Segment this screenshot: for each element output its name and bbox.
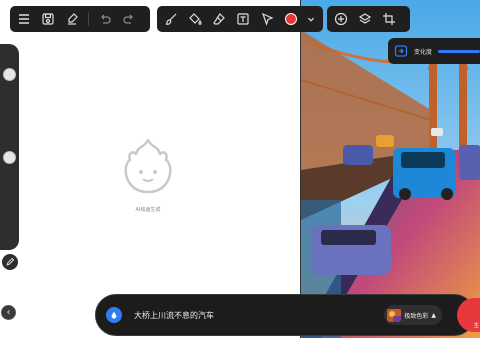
brush-icon xyxy=(165,13,177,25)
chevron-left-icon: ‹ xyxy=(6,307,11,318)
undo-button[interactable] xyxy=(95,9,115,29)
crop-button[interactable] xyxy=(379,9,399,29)
clear-icon xyxy=(68,13,78,25)
redo-icon xyxy=(123,14,133,24)
eraser-button[interactable] xyxy=(209,9,229,29)
add-icon xyxy=(334,12,348,26)
toolbar-right xyxy=(327,6,410,32)
eraser-icon xyxy=(213,13,225,25)
degree-label: 变化度 xyxy=(414,48,433,56)
chevron-down-icon xyxy=(308,17,314,22)
prompt-bar: 大桥上川流不息的汽车 极致色彩 ▲ xyxy=(95,294,475,336)
text-box-icon xyxy=(237,13,249,25)
drawing-canvas[interactable]: AI绘画生成 xyxy=(0,0,300,338)
degree-toggle-icon[interactable] xyxy=(394,44,408,58)
toolbar-divider xyxy=(88,12,89,26)
color-dropdown-button[interactable] xyxy=(305,9,317,29)
color-swatch-icon xyxy=(285,13,297,25)
change-degree-panel: 变化度 xyxy=(388,38,480,64)
prompt-mode-button[interactable] xyxy=(106,307,122,323)
degree-slider[interactable] xyxy=(438,49,480,53)
toolbar-left xyxy=(10,6,150,32)
clear-button[interactable] xyxy=(62,9,82,29)
save-button[interactable] xyxy=(38,9,58,29)
color-swatch-button[interactable] xyxy=(281,9,301,29)
mascot-caption: AI绘画生成 xyxy=(135,207,161,213)
collapse-button[interactable]: ‹ xyxy=(1,305,16,320)
size-slider-knob[interactable] xyxy=(3,68,16,81)
add-button[interactable] xyxy=(331,9,351,29)
eyedropper-icon xyxy=(6,257,15,266)
prompt-input[interactable]: 大桥上川流不息的汽车 xyxy=(134,310,384,321)
style-selector[interactable]: 极致色彩 ▲ xyxy=(384,305,442,325)
eyedropper-button[interactable] xyxy=(2,254,18,270)
text-box-button[interactable] xyxy=(233,9,253,29)
drop-icon xyxy=(111,311,117,319)
layers-button[interactable] xyxy=(355,9,375,29)
save-icon xyxy=(42,13,54,25)
layers-icon xyxy=(358,13,372,24)
chevron-up-icon: ▲ xyxy=(431,311,436,319)
brush-size-slider[interactable] xyxy=(0,44,19,250)
fill-icon xyxy=(189,13,202,25)
undo-icon xyxy=(101,14,111,24)
menu-button[interactable] xyxy=(14,9,34,29)
select-button[interactable] xyxy=(257,9,277,29)
brush-button[interactable] xyxy=(161,9,181,29)
mascot-illustration xyxy=(116,136,180,200)
redo-button[interactable] xyxy=(119,9,139,29)
select-icon xyxy=(261,12,274,26)
menu-icon xyxy=(19,14,29,24)
toolbar-tools xyxy=(157,6,323,32)
generate-label: 生 xyxy=(474,323,480,329)
opacity-slider-knob[interactable] xyxy=(3,151,16,164)
style-thumbnail xyxy=(387,308,402,322)
crop-icon xyxy=(383,13,395,25)
style-label: 极致色彩 xyxy=(404,312,429,320)
fill-button[interactable] xyxy=(185,9,205,29)
